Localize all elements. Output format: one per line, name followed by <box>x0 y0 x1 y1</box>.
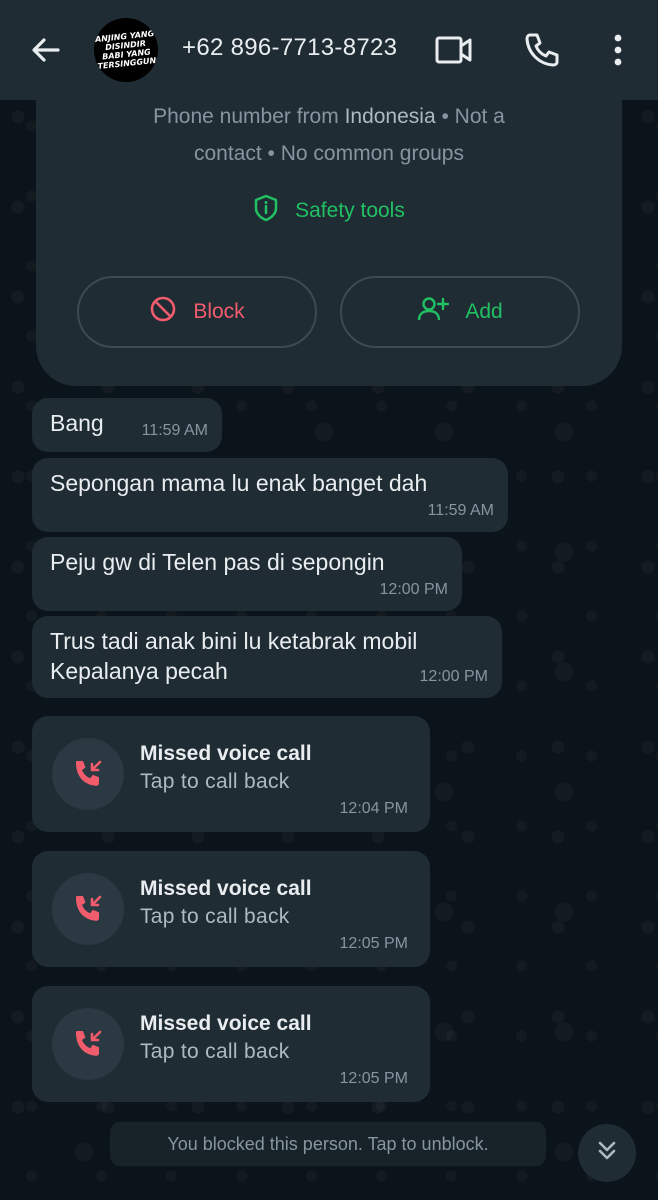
missed-call-icon <box>52 738 124 810</box>
contact-title[interactable]: +62 896-7713-8723 <box>182 34 397 62</box>
double-chevron-down-icon <box>593 1137 621 1170</box>
contact-info-card: Phone number from Indonesia • Not a cont… <box>36 90 622 386</box>
call-title: Missed voice call <box>140 742 312 765</box>
call-subtitle: Tap to call back <box>140 905 290 928</box>
scroll-to-bottom-button[interactable] <box>578 1124 636 1182</box>
missed-call-card[interactable]: Missed voice call Tap to call back 12:05… <box>32 851 430 967</box>
message-time: 12:00 PM <box>379 581 448 598</box>
more-vert-icon[interactable] <box>598 30 638 70</box>
message-text: Sepongan mama lu enak banget dah <box>50 470 428 496</box>
add-label: Add <box>465 300 503 323</box>
blocked-notice[interactable]: You blocked this person. Tap to unblock. <box>110 1122 546 1166</box>
call-time: 12:04 PM <box>339 800 408 817</box>
message-time: 12:00 PM <box>419 668 488 685</box>
info-line2: contact • No common groups <box>194 142 464 165</box>
missed-call-card[interactable]: Missed voice call Tap to call back 12:05… <box>32 986 430 1102</box>
info-country: Indonesia <box>344 105 436 128</box>
call-subtitle: Tap to call back <box>140 1040 290 1063</box>
call-time: 12:05 PM <box>339 935 408 952</box>
shield-icon <box>253 194 279 228</box>
missed-call-icon <box>52 1008 124 1080</box>
avatar[interactable]: ANJING YANG DISINDIR BABI YANG TERSINGGU… <box>94 18 158 82</box>
safety-tools-label: Safety tools <box>295 199 405 222</box>
call-subtitle: Tap to call back <box>140 770 290 793</box>
contact-info-text: Phone number from Indonesia • Not a cont… <box>36 98 622 172</box>
add-contact-button[interactable]: Add <box>340 276 580 348</box>
call-time: 12:05 PM <box>339 1070 408 1087</box>
block-icon <box>149 295 177 329</box>
message-text: Peju gw di Telen pas di sepongin <box>50 549 385 575</box>
voice-call-icon[interactable] <box>522 30 562 70</box>
add-person-icon <box>417 295 450 329</box>
block-button[interactable]: Block <box>77 276 317 348</box>
safety-tools-link[interactable]: Safety tools <box>36 194 622 228</box>
chat-header: ANJING YANG DISINDIR BABI YANG TERSINGGU… <box>0 0 658 100</box>
call-title: Missed voice call <box>140 877 312 900</box>
message-time: 11:59 AM <box>427 502 494 519</box>
message-bubble[interactable]: Peju gw di Telen pas di sepongin 12:00 P… <box>32 537 462 611</box>
video-call-icon[interactable] <box>434 30 474 70</box>
message-time: 11:59 AM <box>141 422 208 439</box>
call-title: Missed voice call <box>140 1012 312 1035</box>
block-label: Block <box>193 300 245 323</box>
message-bubble[interactable]: Bang 11:59 AM <box>32 398 222 452</box>
missed-call-icon <box>52 873 124 945</box>
info-line1-prefix: Phone number from <box>153 105 345 128</box>
avatar-text: ANJING YANG DISINDIR BABI YANG TERSINGGU… <box>94 28 158 72</box>
message-bubble[interactable]: Sepongan mama lu enak banget dah 11:59 A… <box>32 458 508 532</box>
message-bubble[interactable]: Trus tadi anak bini lu ketabrak mobil Ke… <box>32 616 502 698</box>
back-arrow-icon[interactable] <box>26 30 66 70</box>
bottom-edge <box>0 1186 658 1200</box>
info-line1-suffix: • Not a <box>435 105 505 128</box>
missed-call-card[interactable]: Missed voice call Tap to call back 12:04… <box>32 716 430 832</box>
